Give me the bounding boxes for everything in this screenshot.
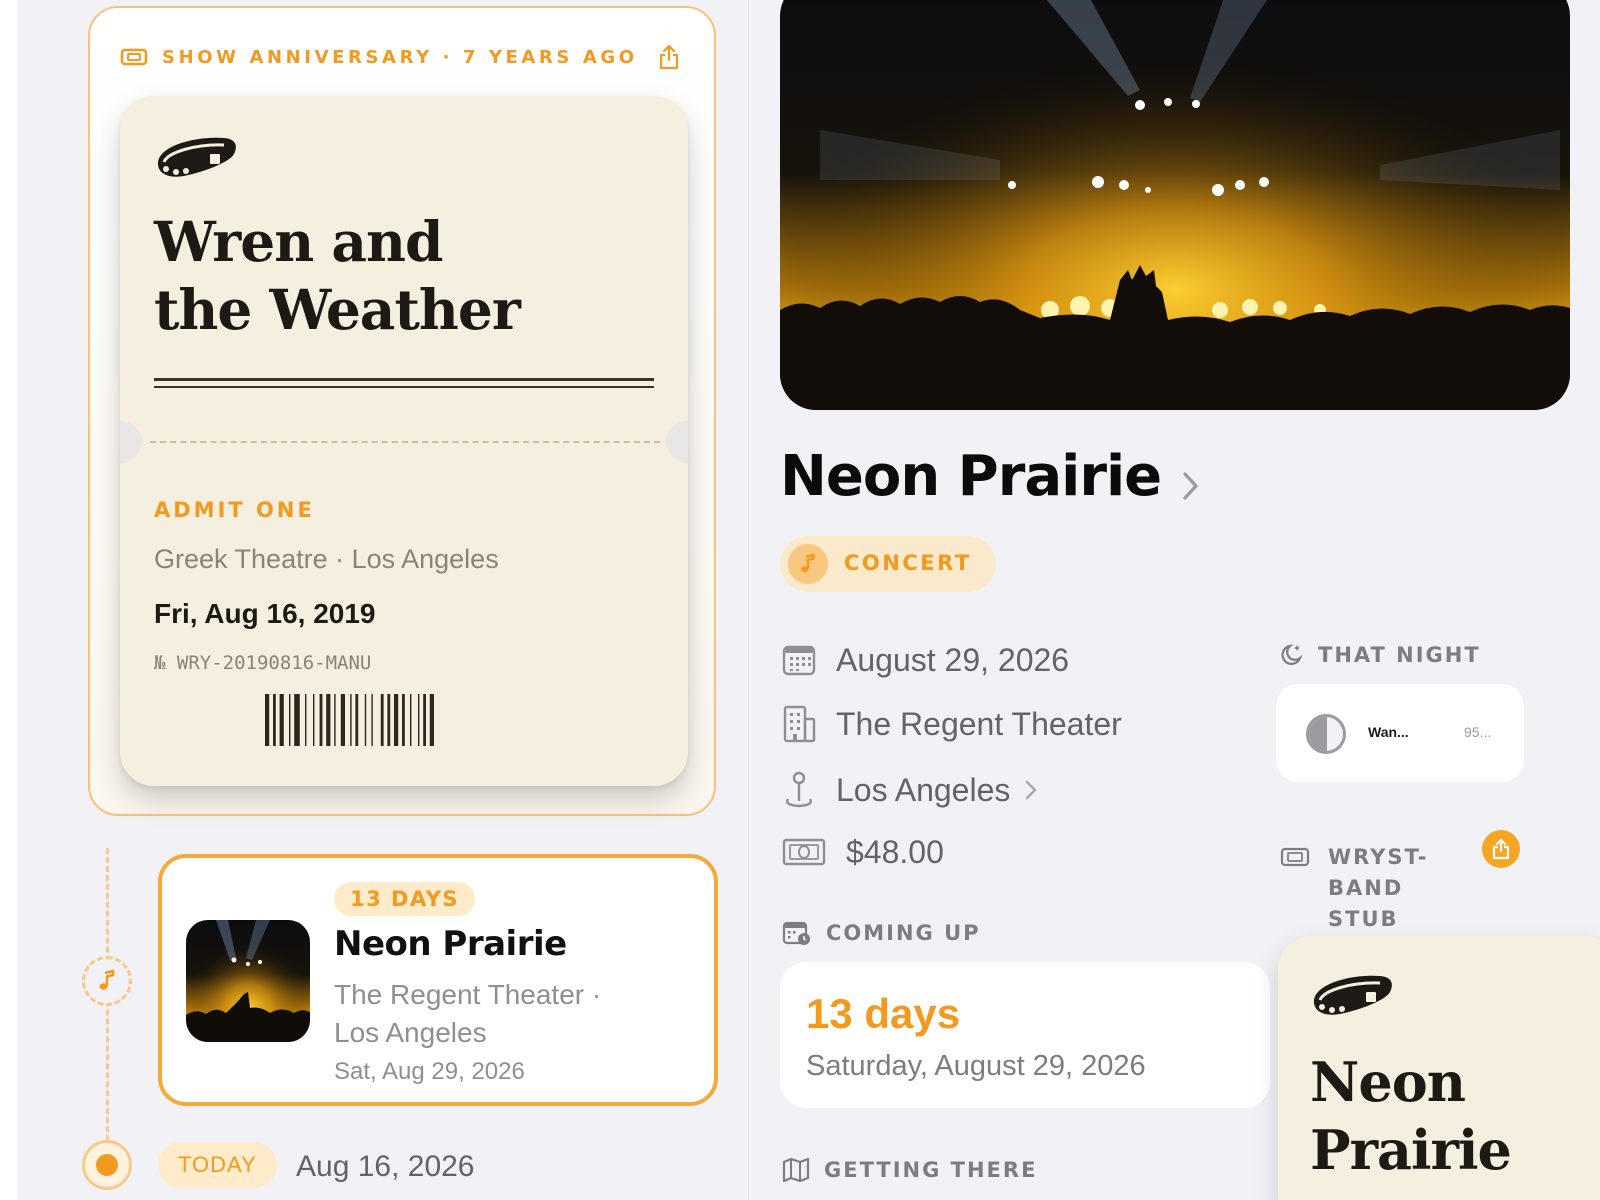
share-icon[interactable]: [654, 42, 684, 72]
category-label: CONCERT: [844, 551, 972, 575]
perforation: [150, 441, 660, 443]
upcoming-title: Neon Prairie: [334, 924, 567, 964]
ticket-title-line2: the Weather: [154, 277, 521, 342]
event-venue: The Regent Theater: [836, 705, 1122, 742]
moon-phase-icon: [1306, 714, 1346, 754]
stub-title-line2: Prairie: [1310, 1118, 1512, 1182]
ticket-notch-right: [666, 421, 688, 463]
upcoming-event-card[interactable]: 13 DAYS Neon Prairie The Regent Theater …: [158, 854, 718, 1106]
calendar-icon: [782, 645, 816, 676]
timeline-line: [106, 848, 109, 1168]
stub-label-line2: BAND: [1328, 876, 1404, 900]
today-date: Aug 16, 2026: [296, 1150, 475, 1183]
category-icon-badge: [788, 544, 828, 584]
ticket-date: Fri, Aug 16, 2019: [154, 598, 376, 629]
map-pin-icon: [785, 771, 813, 808]
left-edge: [0, 0, 18, 1200]
event-price: $48.00: [846, 833, 944, 870]
anniversary-title: SHOW ANNIVERSARY · 7 YEARS AGO: [162, 46, 638, 68]
getting-there-label: GETTING THERE: [824, 1158, 1038, 1182]
event-city-row[interactable]: Los Angeles: [782, 770, 1038, 810]
countdown-days: 13 days: [806, 990, 961, 1037]
calendar-clock-icon: [782, 921, 810, 945]
countdown-date: Saturday, August 29, 2026: [806, 1050, 1146, 1082]
moon-stars-icon: [1281, 644, 1303, 665]
title-rule-thin: [154, 386, 654, 388]
building-icon: [783, 705, 816, 743]
pane-divider: [748, 0, 749, 1200]
ticket-icon: [1280, 847, 1310, 867]
moon-illumination: 95...: [1464, 724, 1492, 740]
banknote-icon: [782, 838, 826, 866]
coming-up-header: COMING UP: [782, 920, 981, 946]
chevron-right-icon: [1026, 780, 1038, 800]
stub-title-line1: Neon: [1310, 1050, 1466, 1114]
event-title[interactable]: Neon Prairie: [780, 444, 1162, 509]
anniversary-header: SHOW ANNIVERSARY · 7 YEARS AGO: [120, 42, 684, 72]
share-button[interactable]: [1482, 830, 1520, 868]
wrystband-stub-ticket[interactable]: Neon Prairie: [1278, 936, 1600, 1200]
stub-label-line1: WRYST-: [1328, 845, 1429, 869]
wristband-icon: [1313, 975, 1392, 1015]
today-pill: TODAY: [158, 1142, 277, 1188]
getting-there-header: GETTING THERE: [782, 1157, 1037, 1183]
that-night-header: THAT NIGHT: [1278, 642, 1481, 668]
event-thumbnail: [186, 920, 310, 1042]
chevron-right-icon[interactable]: [1180, 468, 1202, 504]
coming-up-label: COMING UP: [826, 921, 981, 945]
upcoming-venue: The Regent Theater · Los Angeles: [334, 979, 602, 1048]
barcode: [265, 694, 434, 746]
event-date-row: August 29, 2026: [782, 640, 1069, 680]
that-night-label: THAT NIGHT: [1318, 643, 1481, 667]
ticket-notch-left: [120, 421, 142, 463]
ticket-icon: [120, 48, 148, 66]
ticket-venue: Greek Theatre · Los Angeles: [154, 544, 499, 574]
upcoming-date: Sat, Aug 29, 2026: [334, 1058, 525, 1085]
coming-up-card[interactable]: 13 days Saturday, August 29, 2026: [780, 962, 1270, 1108]
ticket-title: Wren and the Weather: [154, 208, 654, 344]
music-note-icon: [99, 969, 115, 990]
wrystband-stub-label: WRYST- BAND STUB: [1328, 842, 1448, 935]
timeline-today-marker: [82, 1140, 132, 1190]
wristband-icon: [157, 137, 236, 177]
ticket-title-line1: Wren and: [154, 209, 443, 274]
stub-title: Neon Prairie: [1310, 1048, 1512, 1184]
anniversary-ticket[interactable]: Wren and the Weather ADMIT ONE Greek The…: [120, 96, 688, 786]
title-rule: [154, 378, 654, 381]
event-hero-image: [780, 0, 1570, 410]
concert-photo: [780, 0, 1570, 410]
today-dot: [96, 1154, 118, 1176]
event-date: August 29, 2026: [836, 641, 1070, 678]
category-pill[interactable]: CONCERT: [780, 536, 996, 592]
stub-label-line3: STUB: [1328, 907, 1399, 931]
share-icon: [1492, 838, 1510, 860]
moon-phase-name: Wan...: [1368, 724, 1409, 740]
map-icon: [782, 1157, 810, 1183]
timeline-concert-marker: [82, 956, 132, 1006]
admit-label: ADMIT ONE: [154, 498, 315, 522]
wrystband-stub-header: WRYST- BAND STUB: [1280, 842, 1448, 935]
event-price-row: $48.00: [782, 832, 944, 872]
music-note-icon: [801, 553, 815, 572]
event-city: Los Angeles: [836, 771, 1011, 808]
concert-thumbnail-image: [186, 920, 310, 1042]
ticket-serial: № WRY-20190816-MANU: [154, 652, 372, 674]
event-venue-row: The Regent Theater: [782, 704, 1122, 744]
show-anniversary-card[interactable]: SHOW ANNIVERSARY · 7 YEARS AGO Wren and …: [88, 6, 716, 816]
days-until-badge: 13 DAYS: [334, 882, 476, 916]
moon-phase-card[interactable]: Wan... 95...: [1276, 684, 1524, 782]
